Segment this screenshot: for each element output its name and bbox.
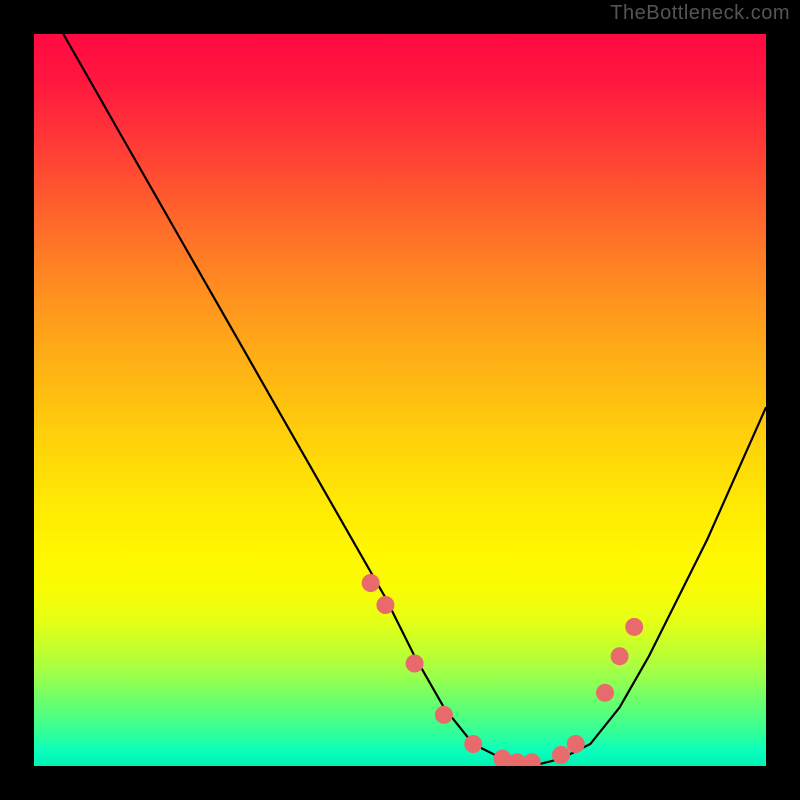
marker-dot [625,618,643,636]
marker-dot [464,735,482,753]
marker-dot [362,574,380,592]
marker-dot [406,655,424,673]
chart-frame: TheBottleneck.com [0,0,800,800]
marker-dot [523,753,541,766]
marker-dot [435,706,453,724]
marker-dot [552,746,570,764]
marker-dots-group [362,574,644,766]
marker-dot [376,596,394,614]
plot-area [34,34,766,766]
curve-layer [34,34,766,766]
marker-dot [596,684,614,702]
marker-dot [567,735,585,753]
marker-dot [611,647,629,665]
watermark-text: TheBottleneck.com [610,2,790,25]
